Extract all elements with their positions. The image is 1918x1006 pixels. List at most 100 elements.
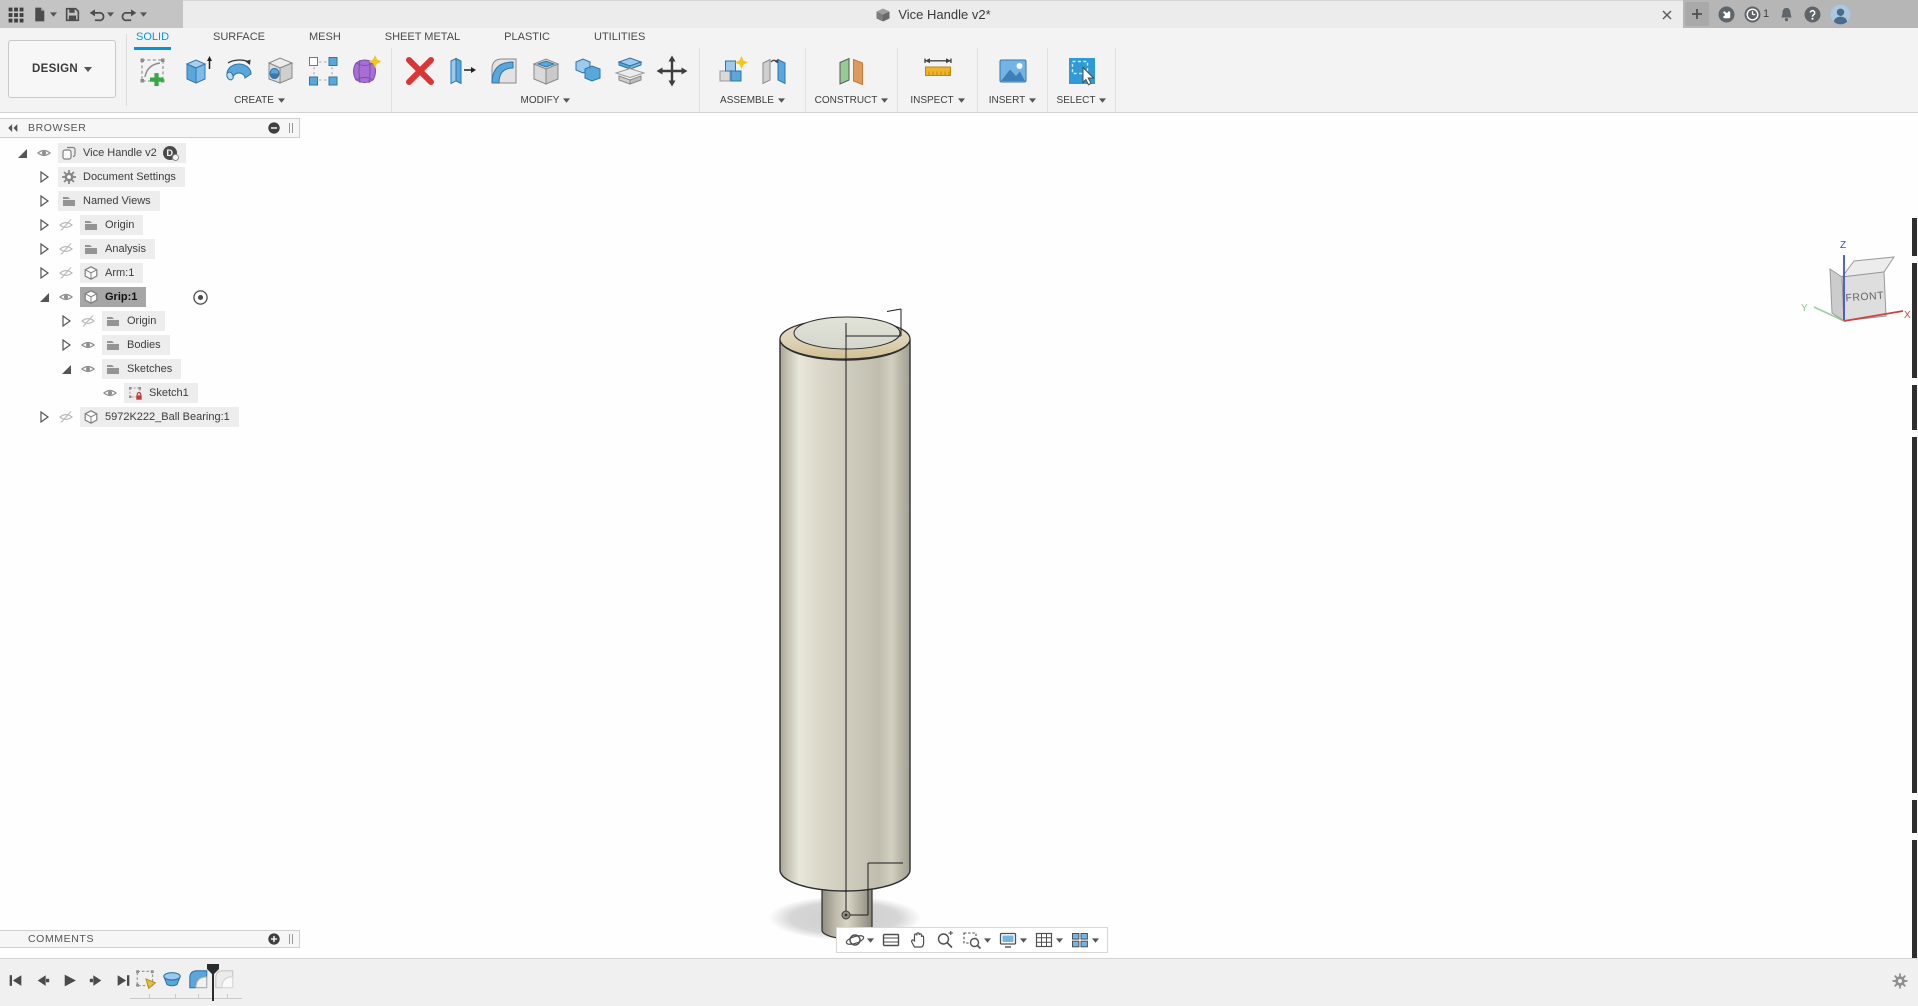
measure-button[interactable] (917, 49, 959, 93)
skip-end-button[interactable] (114, 971, 132, 989)
data-panel-badge[interactable]: D (163, 146, 177, 160)
expand-node-icon[interactable] (36, 409, 52, 425)
assemble-menu[interactable]: ASSEMBLE (720, 95, 785, 106)
create-menu[interactable]: CREATE (234, 95, 285, 106)
visibility-eye-off-icon[interactable] (80, 313, 96, 329)
job-status-button[interactable]: 1 (1744, 6, 1769, 23)
new-tab-button[interactable] (1685, 2, 1709, 26)
activate-component-radio[interactable] (192, 289, 209, 306)
new-component-button[interactable] (711, 49, 753, 93)
close-tab-icon[interactable] (1659, 7, 1675, 23)
browser-panel-header[interactable]: BROWSER (0, 118, 300, 138)
expand-node-icon[interactable] (36, 193, 52, 209)
hole-button[interactable] (260, 49, 302, 93)
play-button[interactable] (60, 971, 78, 989)
visibility-eye-icon[interactable] (80, 337, 96, 353)
expand-node-icon[interactable] (58, 337, 74, 353)
collapse-node-icon[interactable] (36, 289, 52, 305)
create-sketch-button[interactable] (134, 49, 176, 93)
timeline-track[interactable] (130, 998, 242, 999)
tree-item-sketch1[interactable]: Sketch1 (124, 383, 198, 403)
expand-node-icon[interactable] (36, 265, 52, 281)
rectangular-pattern-button[interactable] (302, 49, 344, 93)
construction-plane-button[interactable] (831, 49, 873, 93)
document-tab[interactable]: Vice Handle v2* (183, 0, 1683, 28)
tree-item-analysis[interactable]: Analysis (80, 239, 155, 259)
tree-item-origin[interactable]: Origin (80, 215, 143, 235)
grid-settings-button[interactable] (1031, 930, 1066, 950)
visibility-eye-icon[interactable] (58, 289, 74, 305)
extensions-icon[interactable] (1718, 6, 1735, 23)
tree-item-named-views[interactable]: Named Views (58, 191, 160, 211)
zoom-button[interactable] (932, 930, 958, 950)
visibility-eye-icon[interactable] (36, 145, 52, 161)
timeline-playhead[interactable] (206, 964, 220, 1002)
display-settings-button[interactable] (995, 930, 1030, 950)
revolve-button[interactable] (218, 49, 260, 93)
notifications-icon[interactable] (1778, 6, 1795, 23)
extrude-button[interactable] (176, 49, 218, 93)
expand-node-icon[interactable] (58, 313, 74, 329)
look-at-button[interactable] (878, 930, 904, 950)
visibility-eye-off-icon[interactable] (58, 217, 74, 233)
split-body-button[interactable] (609, 49, 651, 93)
construct-menu[interactable]: CONSTRUCT (815, 95, 889, 106)
step-back-button[interactable] (33, 971, 51, 989)
tab-mesh[interactable]: MESH (307, 29, 343, 50)
expand-node-icon[interactable] (36, 169, 52, 185)
collapse-node-icon[interactable] (14, 145, 30, 161)
timeline-sketch-feature[interactable] (134, 967, 158, 991)
avatar[interactable] (1830, 4, 1851, 25)
insert-image-button[interactable] (992, 49, 1034, 93)
app-grid-button[interactable] (7, 6, 24, 23)
timeline-revolve-feature[interactable] (160, 967, 184, 991)
undo-button[interactable] (88, 6, 114, 23)
inspect-menu[interactable]: INSPECT (910, 95, 964, 106)
orbit-button[interactable] (842, 930, 877, 950)
visibility-eye-icon[interactable] (102, 385, 118, 401)
press-pull-button[interactable] (441, 49, 483, 93)
form-button[interactable] (344, 49, 386, 93)
tree-item-origin[interactable]: Origin (102, 311, 165, 331)
help-icon[interactable] (1804, 6, 1821, 23)
panel-grip-handle[interactable] (289, 123, 293, 133)
redo-button[interactable] (121, 6, 147, 23)
modify-menu[interactable]: MODIFY (521, 95, 571, 106)
expand-node-icon[interactable] (36, 241, 52, 257)
tab-sheet-metal[interactable]: SHEET METAL (383, 29, 462, 50)
shell-button[interactable] (525, 49, 567, 93)
insert-menu[interactable]: INSERT (989, 95, 1037, 106)
viewports-button[interactable] (1067, 930, 1102, 950)
right-panel-strip[interactable] (1912, 218, 1917, 1006)
file-button[interactable] (31, 6, 57, 23)
visibility-eye-icon[interactable] (80, 361, 96, 377)
step-forward-button[interactable] (87, 971, 105, 989)
add-comment-icon[interactable] (267, 932, 281, 946)
model-top-face[interactable] (794, 317, 900, 349)
visibility-eye-off-icon[interactable] (58, 265, 74, 281)
save-button[interactable] (64, 6, 81, 23)
panel-grip-handle[interactable] (289, 934, 293, 944)
visibility-eye-off-icon[interactable] (58, 409, 74, 425)
expand-node-icon[interactable] (36, 217, 52, 233)
tab-plastic[interactable]: PLASTIC (502, 29, 552, 50)
preferences-gear-icon[interactable] (1892, 973, 1908, 989)
model-vice-handle-grip[interactable] (660, 293, 1030, 973)
minimize-panel-icon[interactable] (267, 121, 281, 135)
workspace-switcher[interactable]: DESIGN (8, 40, 116, 98)
tab-surface[interactable]: SURFACE (211, 29, 267, 50)
tree-item-document-settings[interactable]: Document Settings (58, 167, 185, 187)
joint-button[interactable] (753, 49, 795, 93)
model-body[interactable] (780, 339, 910, 891)
tree-item-5972k222-ball-bearing-1[interactable]: 5972K222_Ball Bearing:1 (80, 407, 239, 427)
tab-utilities[interactable]: UTILITIES (592, 29, 647, 50)
visibility-eye-off-icon[interactable] (58, 241, 74, 257)
tab-solid[interactable]: SOLID (134, 29, 171, 50)
move-button[interactable] (651, 49, 693, 93)
tree-item-bodies[interactable]: Bodies (102, 335, 170, 355)
tree-item-sketches[interactable]: Sketches (102, 359, 181, 379)
tree-item-vice-handle-v2[interactable]: Vice Handle v2D (58, 143, 186, 163)
fit-button[interactable] (959, 930, 994, 950)
select-menu[interactable]: SELECT (1057, 95, 1107, 106)
view-cube[interactable]: FRONT Z X Y (1790, 231, 1915, 346)
